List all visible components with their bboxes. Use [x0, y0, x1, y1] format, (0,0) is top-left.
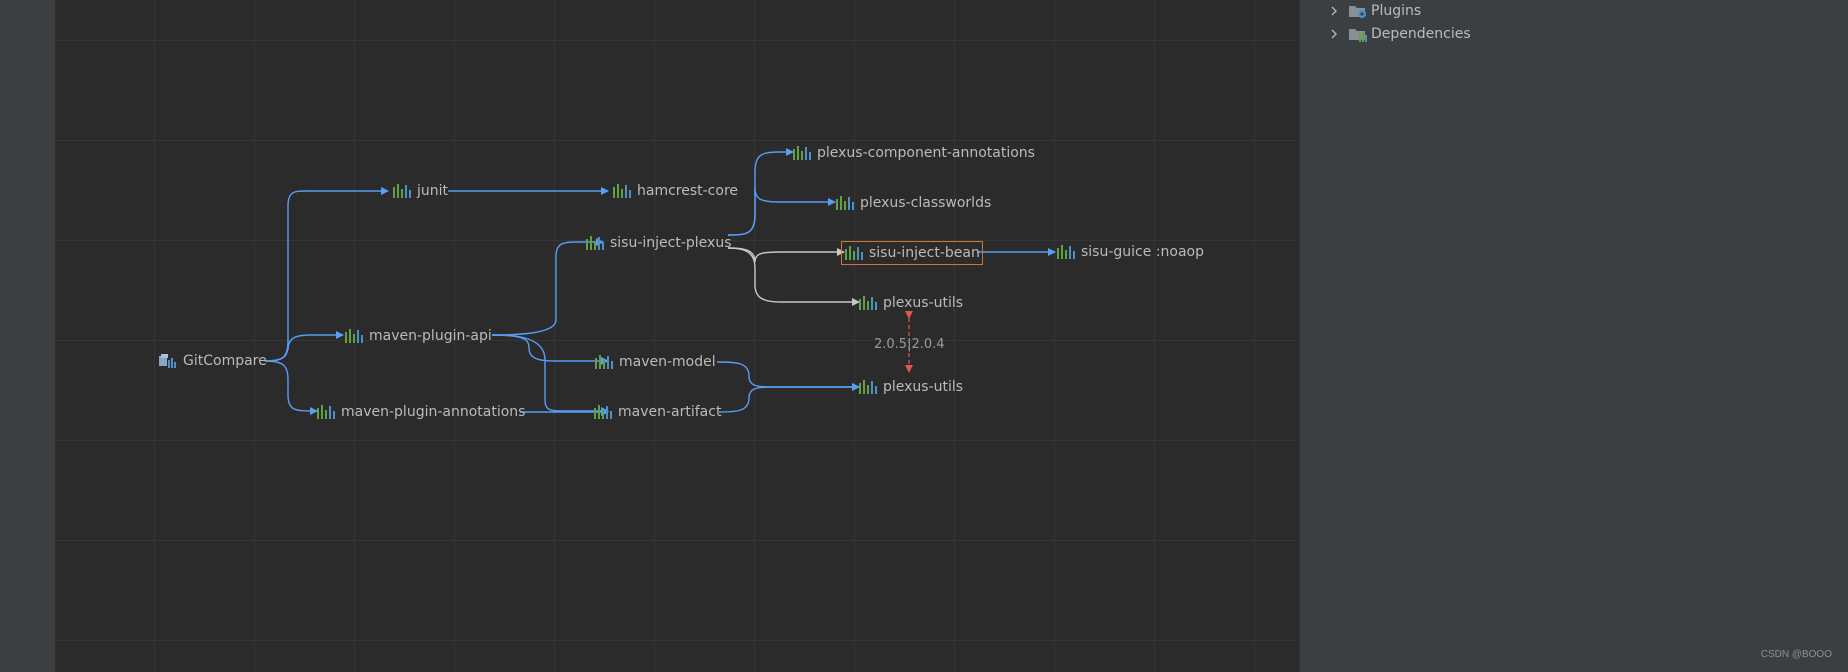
- library-icon: [859, 296, 877, 310]
- library-icon: [793, 146, 811, 160]
- tree-item-label: Plugins: [1371, 3, 1422, 19]
- edge-sisu-plexus-plexus-utils: [727, 247, 860, 306]
- plugins-folder-icon: [1349, 6, 1366, 18]
- node-maven-plugin-annotations[interactable]: maven-plugin-annotations: [316, 401, 525, 423]
- library-icon: [345, 329, 363, 343]
- node-label: GitCompare: [183, 353, 267, 369]
- library-icon: [595, 355, 613, 369]
- library-icon: [393, 184, 411, 198]
- maven-project-tree-panel: Plugins Dependencies: [1300, 0, 1848, 672]
- node-plexus-utils-lower[interactable]: plexus-utils: [858, 376, 963, 398]
- node-label: junit: [417, 183, 449, 199]
- edge-mpa-maven-model: [491, 334, 609, 365]
- node-plexus-utils-upper[interactable]: plexus-utils: [858, 292, 963, 314]
- chevron-right-icon[interactable]: [1326, 3, 1342, 19]
- maven-project-icon: [159, 354, 176, 368]
- node-sisu-inject-bean[interactable]: sisu-inject-bean: [841, 241, 983, 265]
- tree-item-label: Dependencies: [1371, 26, 1471, 42]
- node-label: sisu-inject-bean: [869, 245, 980, 261]
- library-icon: [317, 405, 335, 419]
- node-plexus-component-annotations[interactable]: plexus-component-annotations: [792, 142, 1035, 164]
- node-label: hamcrest-core: [637, 183, 739, 199]
- watermark: CSDN @BOOO: [1760, 649, 1832, 660]
- node-label: sisu-guice :noaop: [1081, 244, 1204, 260]
- chevron-right-icon[interactable]: [1326, 26, 1342, 42]
- library-icon: [859, 380, 877, 394]
- node-hamcrest-core[interactable]: hamcrest-core: [612, 180, 738, 202]
- library-icon: [836, 196, 854, 210]
- library-icon: [1057, 245, 1075, 259]
- version-conflict-label: 2.0.5|2.0.4: [874, 337, 945, 352]
- library-icon: [594, 405, 612, 419]
- library-icon: [586, 236, 604, 250]
- edge-gitcompare-maven-plugin-annotations: [264, 360, 318, 415]
- dependency-graph-canvas[interactable]: GitCompare junit hamcrest-core plexus-co…: [55, 0, 1299, 672]
- node-label: maven-model: [619, 354, 716, 370]
- node-label: plexus-utils: [883, 295, 964, 311]
- node-maven-artifact[interactable]: maven-artifact: [593, 401, 721, 423]
- node-label: sisu-inject-plexus: [610, 235, 732, 251]
- node-label: maven-plugin-annotations: [341, 404, 526, 420]
- node-maven-model[interactable]: maven-model: [594, 351, 716, 373]
- edge-maven-model-plexus-utils: [716, 361, 860, 391]
- tree-item-dependencies[interactable]: Dependencies: [1326, 23, 1471, 45]
- node-gitcompare[interactable]: GitCompare: [158, 350, 267, 372]
- node-maven-plugin-api[interactable]: maven-plugin-api: [344, 325, 492, 347]
- node-sisu-inject-plexus[interactable]: sisu-inject-plexus: [585, 232, 732, 254]
- edge-mpa-maven-artifact: [491, 334, 609, 415]
- edge-mpa-sisu-plexus: [491, 238, 604, 336]
- node-plexus-classworlds[interactable]: plexus-classworlds: [835, 192, 991, 214]
- dependencies-folder-icon: [1349, 29, 1367, 42]
- node-sisu-guice-noaop[interactable]: sisu-guice :noaop: [1056, 241, 1204, 263]
- edge-sisu-plexus-plexus-cw: [727, 187, 836, 236]
- node-label: maven-plugin-api: [369, 328, 492, 344]
- tree-item-plugins[interactable]: Plugins: [1326, 0, 1421, 22]
- library-icon: [845, 246, 863, 260]
- edge-gitcompare-maven-plugin-api: [264, 331, 344, 362]
- library-icon: [613, 184, 631, 198]
- left-gutter: [0, 0, 55, 672]
- node-label: plexus-utils: [883, 379, 964, 395]
- node-label: plexus-component-annotations: [817, 145, 1035, 161]
- edge-maven-artifact-plexus-utils: [718, 383, 860, 413]
- node-junit[interactable]: junit: [392, 180, 448, 202]
- node-label: maven-artifact: [618, 404, 722, 420]
- graph-edges: [264, 148, 1056, 416]
- node-label: plexus-classworlds: [860, 195, 992, 211]
